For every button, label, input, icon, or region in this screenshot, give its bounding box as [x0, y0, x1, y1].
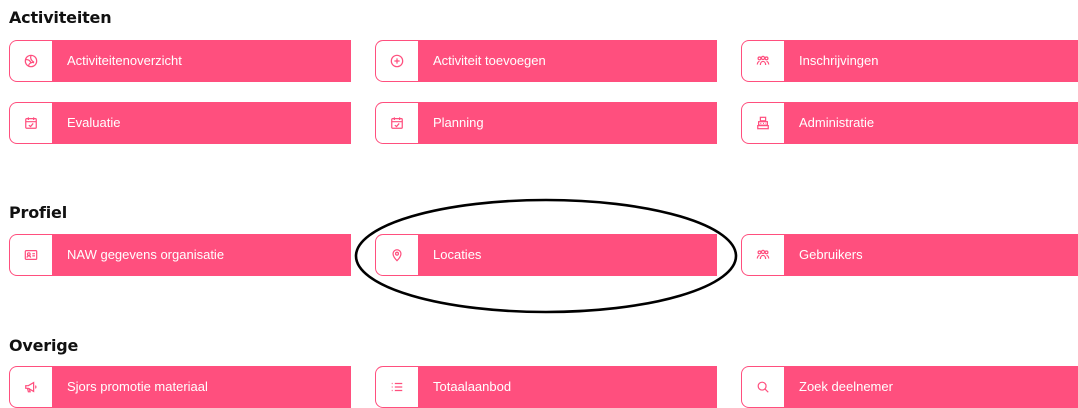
gebruikers-button[interactable]: Gebruikers [741, 234, 1078, 276]
search-icon [742, 367, 784, 407]
section-title-profiel: Profiel [9, 203, 67, 222]
sjors-promotie-materiaal-button[interactable]: Sjors promotie materiaal [9, 366, 351, 408]
id-card-icon [10, 235, 52, 275]
zoek-deelnemer-button[interactable]: Zoek deelnemer [741, 366, 1078, 408]
tile-label: Administratie [799, 115, 875, 130]
tile-label: Zoek deelnemer [799, 379, 893, 394]
people-icon [742, 41, 784, 81]
section-title-overige: Overige [9, 336, 79, 355]
tile-label: Activiteitenoverzicht [67, 53, 182, 68]
location-pin-icon [376, 235, 418, 275]
totaalaanbod-button[interactable]: Totaalaanbod [375, 366, 717, 408]
calendar-check-icon [376, 103, 418, 143]
evaluatie-button[interactable]: Evaluatie [9, 102, 351, 144]
tile-label: Gebruikers [799, 247, 863, 262]
tile-label: NAW gegevens organisatie [67, 247, 225, 262]
section-title-activiteiten: Activiteiten [9, 8, 112, 27]
people-icon [742, 235, 784, 275]
naw-gegevens-organisatie-button[interactable]: NAW gegevens organisatie [9, 234, 351, 276]
list-icon [376, 367, 418, 407]
volleyball-icon [10, 41, 52, 81]
tile-label: Evaluatie [67, 115, 121, 130]
tile-label: Planning [433, 115, 484, 130]
planning-button[interactable]: Planning [375, 102, 717, 144]
administratie-button[interactable]: Administratie [741, 102, 1078, 144]
megaphone-icon [10, 367, 52, 407]
activiteitenoverzicht-button[interactable]: Activiteitenoverzicht [9, 40, 351, 82]
locaties-button[interactable]: Locaties [375, 234, 717, 276]
tile-label: Totaalaanbod [433, 379, 512, 394]
tile-label: Sjors promotie materiaal [67, 379, 208, 394]
tile-label: Activiteit toevoegen [433, 53, 546, 68]
activiteit-toevoegen-button[interactable]: Activiteit toevoegen [375, 40, 717, 82]
tile-label: Locaties [433, 247, 482, 262]
calendar-check-icon [10, 103, 52, 143]
cash-register-icon [742, 103, 784, 143]
add-circle-icon [376, 41, 418, 81]
inschrijvingen-button[interactable]: Inschrijvingen [741, 40, 1078, 82]
tile-label: Inschrijvingen [799, 53, 879, 68]
